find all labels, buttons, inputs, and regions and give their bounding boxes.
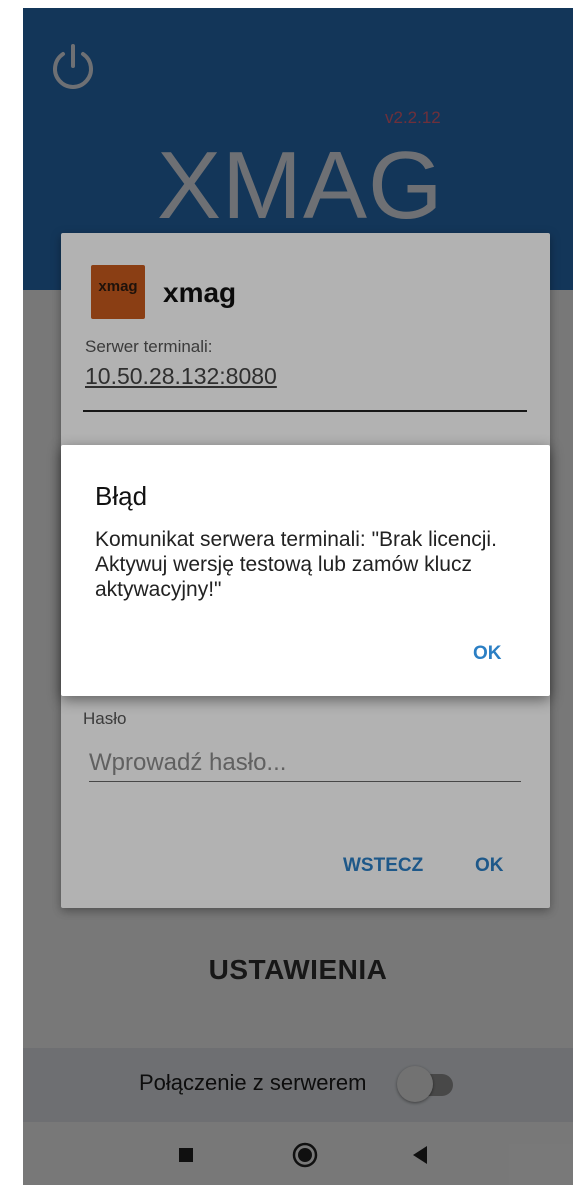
app-screen: v2.2.12 XMAG USTAWIENIA Połączenie z ser…: [23, 8, 573, 1185]
error-ok-button[interactable]: OK: [473, 643, 502, 665]
error-title: Błąd: [95, 481, 148, 511]
error-message: Komunikat serwera terminali: "Brak licen…: [95, 528, 497, 601]
error-dialog: Błąd Komunikat serwera terminali: "Brak …: [61, 445, 550, 696]
